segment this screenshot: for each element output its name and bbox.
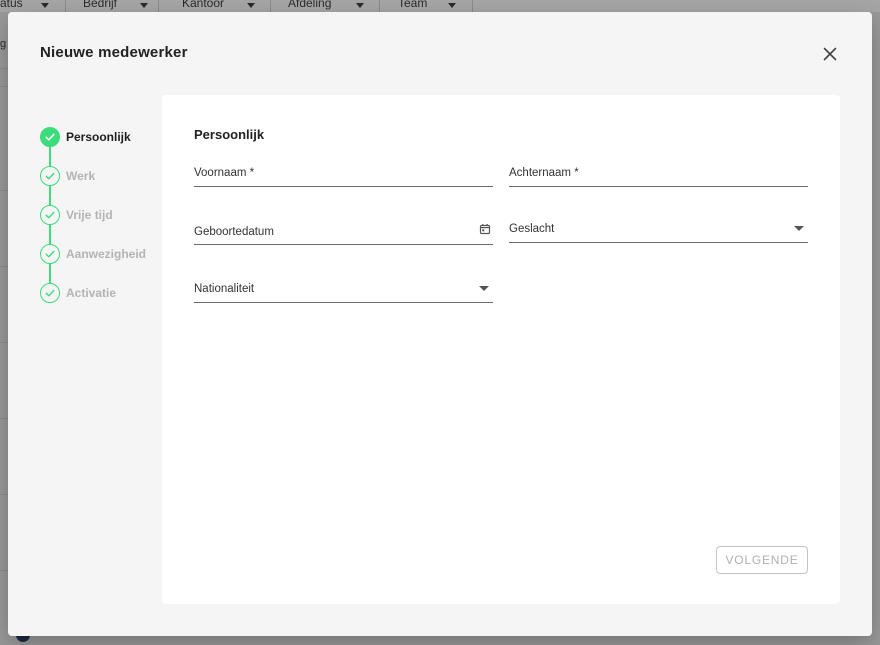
column-header-bedrijf: Bedrijf bbox=[66, 0, 159, 12]
column-header-afdeling: Afdeling bbox=[271, 0, 380, 12]
step-werk[interactable]: Werk bbox=[40, 165, 95, 187]
column-header-label: Team bbox=[398, 0, 428, 10]
nationality-select[interactable]: Nationaliteit bbox=[194, 273, 493, 303]
field-label: Nationaliteit bbox=[194, 283, 255, 295]
step-vrije-tijd[interactable]: Vrije tijd bbox=[40, 204, 113, 226]
step-indicator bbox=[40, 166, 60, 186]
row-divider bbox=[0, 68, 8, 69]
step-indicator bbox=[40, 283, 60, 303]
stepper-connector bbox=[49, 146, 51, 167]
checkmark-icon bbox=[45, 172, 55, 180]
step-label: Werk bbox=[66, 169, 96, 183]
checkmark-icon bbox=[45, 211, 55, 219]
column-header-label: Bedrijf bbox=[83, 0, 118, 10]
last-name-field[interactable]: Achternaam * bbox=[509, 157, 808, 187]
calendar-icon[interactable] bbox=[479, 223, 491, 235]
row-divider bbox=[0, 342, 8, 343]
column-header-status: atus bbox=[0, 0, 66, 12]
row-divider bbox=[0, 570, 8, 571]
close-button[interactable] bbox=[820, 44, 840, 64]
dialog-title: Nieuwe medewerker bbox=[40, 44, 188, 61]
column-header-label: Kantoor bbox=[182, 0, 225, 10]
chevron-down-icon bbox=[41, 3, 49, 8]
step-label: Activatie bbox=[66, 286, 117, 300]
step-aanwezigheid[interactable]: Aanwezigheid bbox=[40, 243, 146, 265]
chevron-down-icon bbox=[356, 3, 364, 8]
background-cell-fragment: g bbox=[0, 38, 7, 50]
dropdown-arrow-icon bbox=[794, 226, 804, 231]
step-label: Persoonlijk bbox=[66, 130, 131, 144]
row-divider bbox=[0, 266, 8, 267]
stepper-connector bbox=[49, 263, 51, 284]
checkmark-icon bbox=[45, 133, 55, 141]
step-label: Aanwezigheid bbox=[66, 247, 147, 261]
row-divider bbox=[0, 494, 8, 495]
step-indicator bbox=[40, 127, 60, 147]
first-name-field[interactable]: Voornaam * bbox=[194, 157, 493, 187]
birth-date-field[interactable]: Geboortedatum bbox=[194, 215, 493, 245]
step-label: Vrije tijd bbox=[66, 208, 113, 222]
column-header-label: atus bbox=[0, 0, 23, 10]
gender-select[interactable]: Geslacht bbox=[509, 213, 808, 243]
field-label: Geslacht bbox=[509, 223, 555, 235]
chevron-down-icon bbox=[140, 3, 148, 8]
field-label: Voornaam * bbox=[194, 167, 255, 179]
field-label: Geboortedatum bbox=[194, 226, 274, 238]
background-table-header: atus Bedrijf Kantoor Afdeling Team bbox=[0, 0, 880, 12]
row-divider bbox=[0, 418, 8, 419]
new-employee-dialog: Nieuwe medewerker Persoonlijk Werk Vrije… bbox=[8, 12, 872, 636]
next-button[interactable]: VOLGENDE bbox=[716, 546, 808, 574]
step-indicator bbox=[40, 205, 60, 225]
checkmark-icon bbox=[45, 289, 55, 297]
column-header-label: Afdeling bbox=[288, 0, 332, 10]
field-label: Achternaam * bbox=[509, 167, 579, 179]
column-header-kantoor: Kantoor bbox=[159, 0, 271, 12]
close-icon bbox=[823, 47, 837, 61]
chevron-down-icon bbox=[448, 3, 456, 8]
checkmark-icon bbox=[45, 250, 55, 258]
column-header-team: Team bbox=[380, 0, 473, 12]
step-indicator bbox=[40, 244, 60, 264]
stepper-connector bbox=[49, 224, 51, 245]
stepper-connector bbox=[49, 185, 51, 206]
row-divider bbox=[0, 86, 8, 87]
step-persoonlijk[interactable]: Persoonlijk bbox=[40, 126, 131, 148]
dropdown-arrow-icon bbox=[479, 286, 489, 291]
step-activatie[interactable]: Activatie bbox=[40, 282, 116, 304]
chevron-down-icon bbox=[247, 3, 255, 8]
form-card: Persoonlijk Voornaam * Achternaam * Gebo… bbox=[162, 95, 840, 604]
section-title: Persoonlijk bbox=[194, 127, 265, 142]
row-divider bbox=[0, 190, 8, 191]
